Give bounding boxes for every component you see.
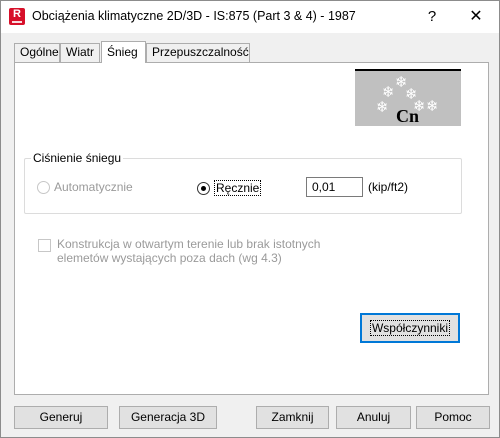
help-icon[interactable]: ? [409,1,455,33]
tab-general[interactable]: Ogólne [14,43,60,62]
group-title: Ciśnienie śniegu [31,151,124,165]
cn-label: Cn [396,106,420,126]
title-bar: R Obciążenia klimatyczne 2D/3D - IS:875 … [1,1,499,33]
app-icon-strip [12,21,22,23]
dialog-window: R Obciążenia klimatyczne 2D/3D - IS:875 … [0,0,500,438]
snow-pressure-input[interactable]: 0,01 [306,177,363,197]
radio-automatic[interactable]: Automatycznie [37,180,133,194]
snow-tab-panel: ❄ ❄ ❄ ❄ ❄ ❄ Cn Ciśnienie śniegu Automaty… [14,62,489,395]
window-title: Obciążenia klimatyczne 2D/3D - IS:875 (P… [32,9,356,23]
unit-label: (kip/ft2) [368,180,409,194]
close-button[interactable]: Zamknij [256,406,329,429]
radio-manual-circle[interactable] [197,181,210,195]
app-icon-letter: R [13,8,21,20]
radio-selected-dot [201,185,206,191]
tab-wind[interactable]: Wiatr [60,43,100,62]
radio-manual[interactable]: Ręcznie [197,180,262,196]
generate-3d-button[interactable]: Generacja 3D [119,406,217,429]
snowflake-icon: ❄ [382,84,395,101]
close-icon[interactable]: ✕ [453,1,499,33]
radio-manual-label: Ręcznie [214,180,262,196]
open-terrain-label: Konstrukcja w otwartym terenie lub brak … [57,237,321,265]
app-icon: R [9,8,25,25]
coefficients-button-label: Współczynniki [369,320,451,336]
coefficients-button[interactable]: Współczynniki [360,313,460,343]
tab-permeability[interactable]: Przepuszczalność [146,43,250,62]
tab-snow[interactable]: Śnieg [101,41,146,63]
radio-automatic-label: Automatycznie [54,180,133,194]
generate-button[interactable]: Generuj [14,406,108,429]
snow-pressure-group: Ciśnienie śniegu Automatycznie Ręcznie 0… [24,151,462,214]
snowflake-icon: ❄ [376,99,389,116]
cancel-button[interactable]: Anuluj [336,406,411,429]
help-button[interactable]: Pomoc [416,406,490,429]
open-terrain-checkbox-row[interactable]: Konstrukcja w otwartym terenie lub brak … [38,237,368,265]
radio-automatic-circle[interactable] [37,180,50,194]
snowflake-icon: ❄ [426,98,439,115]
open-terrain-checkbox[interactable] [38,239,51,252]
cn-snow-illustration: ❄ ❄ ❄ ❄ ❄ ❄ Cn [355,69,461,126]
